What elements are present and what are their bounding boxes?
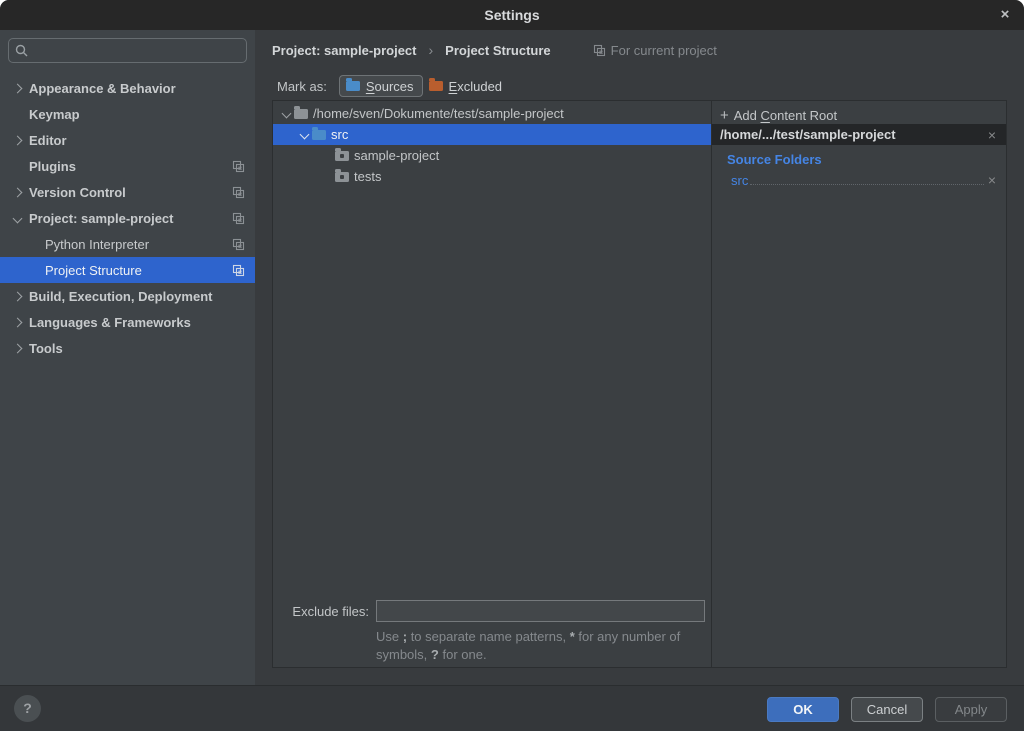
exclude-files-label: Exclude files: — [273, 604, 369, 619]
breadcrumb: Project: sample-project › Project Struct… — [272, 38, 717, 62]
plus-icon: + — [720, 107, 729, 124]
current-project-icon — [232, 238, 245, 254]
chevron-right-icon — [12, 317, 22, 327]
search-input[interactable] — [28, 43, 246, 58]
content-root-path: /home/.../test/sample-project — [720, 127, 988, 142]
sidebar-item-version-control[interactable]: Version Control — [0, 179, 255, 205]
mark-as-label: Mark as: — [277, 79, 327, 94]
sidebar-item-appearance-behavior[interactable]: Appearance & Behavior — [0, 75, 255, 101]
sidebar-item-keymap[interactable]: Keymap — [0, 101, 255, 127]
remove-source-folder-icon[interactable]: × — [988, 172, 996, 188]
source-folders-title: Source Folders — [727, 152, 822, 167]
excluded-folder-icon — [429, 81, 443, 91]
sidebar-item-project[interactable]: Project: sample-project — [0, 205, 255, 231]
dotted-leader — [750, 184, 983, 185]
sidebar-item-plugins[interactable]: Plugins — [0, 153, 255, 179]
settings-sidebar: Appearance & Behavior Keymap Editor Plug… — [0, 30, 255, 685]
folder-icon — [294, 109, 308, 119]
sidebar-item-project-structure[interactable]: Project Structure — [0, 257, 255, 283]
chevron-down-icon — [12, 213, 22, 223]
source-folder-icon — [312, 130, 326, 140]
exclude-files-row: Exclude files: — [273, 599, 711, 623]
exclude-files-input[interactable] — [376, 600, 705, 622]
current-project-icon — [232, 212, 245, 228]
mark-as-excluded-button[interactable]: Excluded — [423, 75, 510, 97]
mark-as-toolbar: Mark as: Sources Excluded — [277, 74, 510, 98]
sidebar-item-build-execution-deployment[interactable]: Build, Execution, Deployment — [0, 283, 255, 309]
title-bar: Settings × — [0, 0, 1024, 30]
tree-row-src[interactable]: src — [273, 124, 711, 145]
breadcrumb-separator-icon: › — [429, 42, 434, 58]
dialog-footer: ? OK Cancel Apply — [0, 685, 1024, 731]
chevron-down-icon[interactable] — [282, 109, 292, 119]
current-project-icon — [232, 160, 245, 176]
sidebar-item-editor[interactable]: Editor — [0, 127, 255, 153]
settings-nav: Appearance & Behavior Keymap Editor Plug… — [0, 75, 255, 361]
content-root-item[interactable]: /home/.../test/sample-project × — [712, 124, 1006, 145]
for-current-project-note: For current project — [593, 43, 717, 58]
exclude-files-hint: Use ; to separate name patterns, * for a… — [376, 628, 696, 664]
folder-icon — [335, 172, 349, 182]
source-folder-icon — [346, 81, 360, 91]
current-project-icon — [232, 186, 245, 202]
source-folder-item[interactable]: src × — [731, 172, 996, 190]
help-button[interactable]: ? — [14, 695, 41, 722]
settings-content: Project: sample-project › Project Struct… — [255, 30, 1024, 685]
cancel-button[interactable]: Cancel — [851, 697, 923, 722]
chevron-right-icon — [12, 83, 22, 93]
tree-row-tests[interactable]: tests — [273, 166, 711, 187]
breadcrumb-page-title: Project Structure — [445, 43, 550, 58]
current-project-icon — [593, 44, 606, 57]
add-content-root-button[interactable]: + Add Content Root — [720, 105, 837, 125]
chevron-down-icon[interactable] — [300, 130, 310, 140]
search-icon — [15, 44, 28, 57]
ok-button[interactable]: OK — [767, 697, 839, 722]
sidebar-item-tools[interactable]: Tools — [0, 335, 255, 361]
chevron-right-icon — [12, 343, 22, 353]
sidebar-item-languages-frameworks[interactable]: Languages & Frameworks — [0, 309, 255, 335]
settings-dialog: Settings × Appearance & Behavior Keymap … — [0, 0, 1024, 731]
chevron-right-icon — [12, 135, 22, 145]
apply-button[interactable]: Apply — [935, 697, 1007, 722]
mark-as-sources-button[interactable]: Sources — [339, 75, 423, 97]
breadcrumb-project: Project: sample-project — [272, 43, 417, 58]
chevron-right-icon — [12, 187, 22, 197]
tree-row-sample-project[interactable]: sample-project — [273, 145, 711, 166]
dialog-title: Settings — [0, 0, 1024, 30]
project-structure-panels: /home/sven/Dokumente/test/sample-project… — [272, 100, 1007, 668]
current-project-icon — [232, 264, 245, 280]
tree-row-content-root[interactable]: /home/sven/Dokumente/test/sample-project — [273, 103, 711, 124]
settings-search[interactable] — [8, 38, 247, 63]
directory-tree: /home/sven/Dokumente/test/sample-project… — [273, 101, 711, 187]
close-icon[interactable]: × — [990, 0, 1020, 30]
content-root-panel: + Add Content Root /home/.../test/sample… — [712, 101, 1006, 667]
sidebar-item-python-interpreter[interactable]: Python Interpreter — [0, 231, 255, 257]
folder-icon — [335, 151, 349, 161]
source-folder-name[interactable]: src — [731, 173, 748, 188]
directory-tree-panel: /home/sven/Dokumente/test/sample-project… — [273, 101, 711, 667]
remove-content-root-icon[interactable]: × — [988, 127, 996, 143]
chevron-right-icon — [12, 291, 22, 301]
